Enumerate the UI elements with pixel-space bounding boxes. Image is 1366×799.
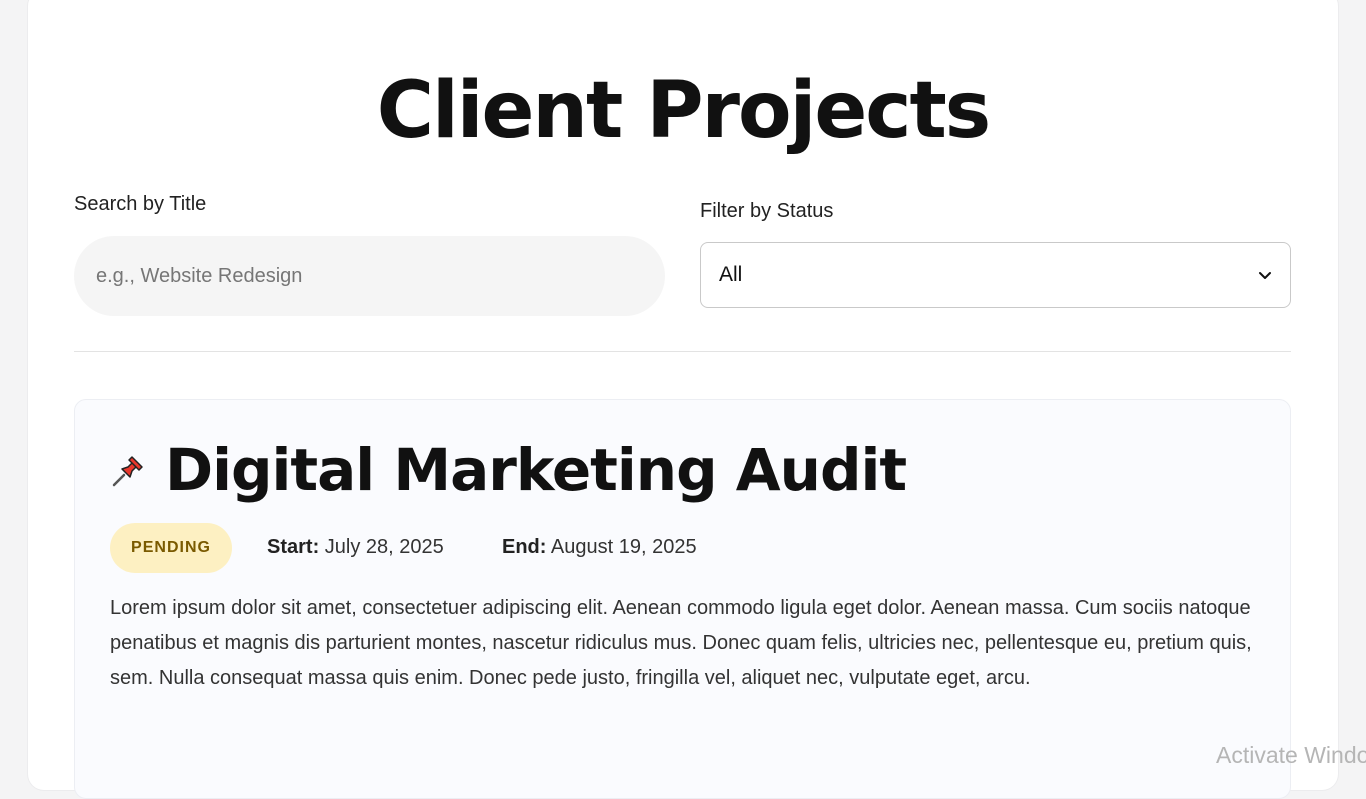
start-date-label: Start: — [267, 536, 320, 558]
search-label: Search by Title — [74, 193, 207, 215]
end-date-value: August 19, 2025 — [550, 536, 697, 558]
chevron-down-icon — [1259, 272, 1271, 279]
status-filter-select[interactable]: All — [700, 242, 1291, 308]
status-filter-label: Filter by Status — [700, 200, 834, 222]
start-date: Start: July 28, 2025 — [267, 536, 444, 559]
end-date: End: August 19, 2025 — [502, 536, 697, 559]
page-title: Client Projects — [376, 66, 991, 156]
end-date-label: End: — [502, 536, 547, 558]
pushpin-icon — [112, 456, 143, 487]
status-badge: PENDING — [110, 523, 232, 573]
project-title[interactable]: Digital Marketing Audit — [165, 430, 907, 510]
status-filter-value: All — [719, 263, 743, 286]
project-description: Lorem ipsum dolor sit amet, consectetuer… — [110, 597, 1252, 689]
search-input[interactable] — [74, 236, 665, 316]
activate-windows-watermark: Activate Windows — [1216, 742, 1366, 768]
divider — [74, 351, 1291, 352]
start-date-value: July 28, 2025 — [324, 536, 444, 558]
